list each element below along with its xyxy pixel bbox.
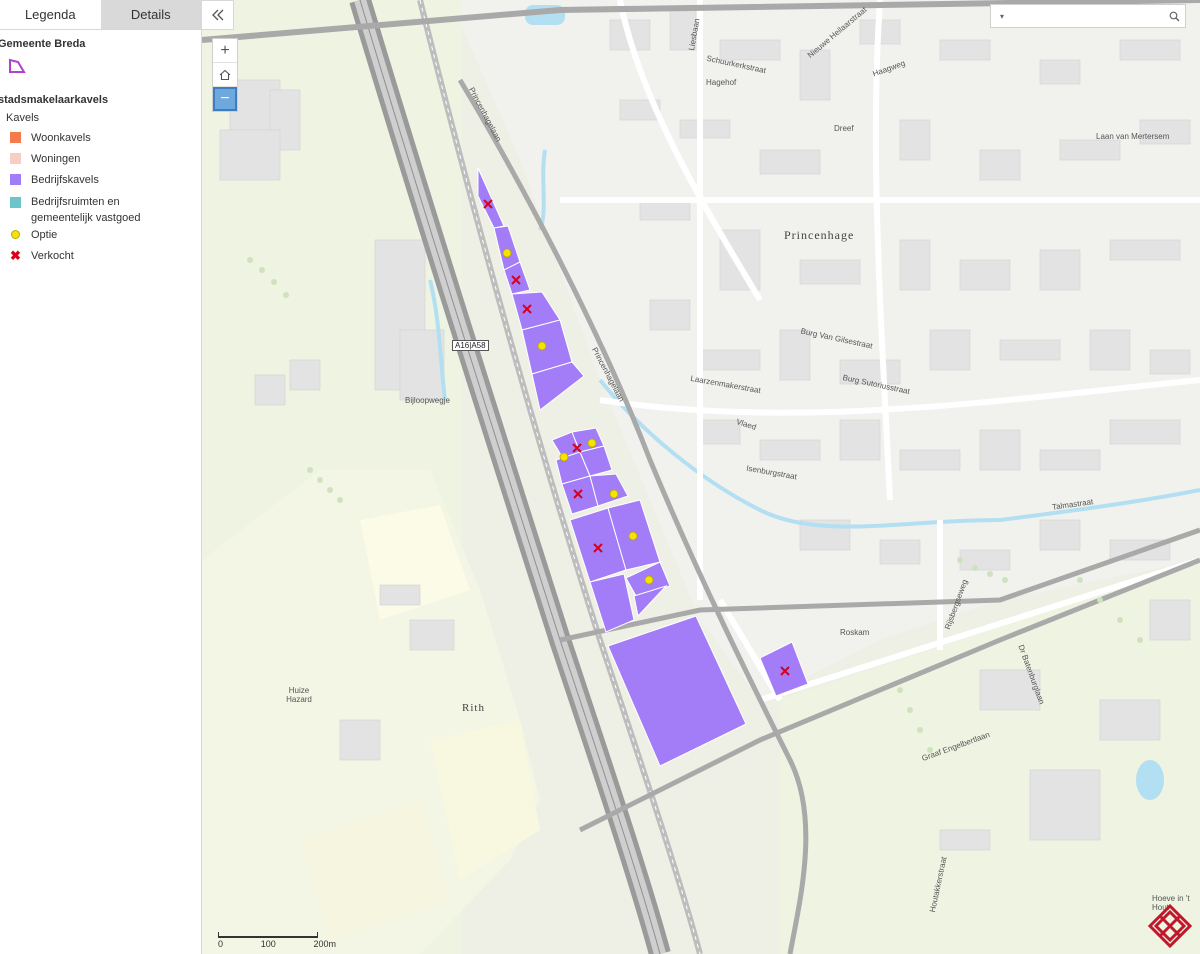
search-icon [1169,11,1179,21]
search-button[interactable] [1163,11,1185,22]
optie-marker [644,575,654,585]
sidebar-panel: Legenda Details Gemeente Breda stadsmake… [0,0,202,954]
breda-logo-icon [1148,904,1192,948]
collapse-sidebar-button[interactable] [202,0,234,30]
legend-item-optie: Optie [0,224,201,245]
legend-layer-title: Gemeente Breda [0,38,86,50]
place-label-princenhage: Princenhage [784,228,855,242]
place-label-rith: Rith [462,702,485,714]
woningen-swatch [10,153,21,164]
kavel [477,167,505,229]
double-chevron-left-icon [211,9,223,21]
boundary-swatch [0,50,201,90]
verkocht-cross-icon: ✖ [10,248,21,263]
legend-item-bedrijfskavels: Bedrijfskavels [0,169,201,190]
street-label: Hagehof [706,78,737,87]
search-box: ▾ [990,4,1186,28]
highway-shield: A16|A58 [452,340,489,351]
legend-item-label: Bedrijfsruimten en gemeentelijk vastgoed [31,196,141,224]
home-icon [219,69,231,80]
scale-label: 0 [218,939,224,949]
scale-bar: 0 100 200m [218,932,336,949]
boundary-polygon-icon [9,58,26,73]
legend-item-label: Woonkavels [31,131,91,144]
scale-label: 100 [260,939,276,949]
optie-dot-icon [11,230,20,239]
bedrijfsruimten-swatch [10,197,21,208]
optie-marker [609,489,619,499]
tab-legend[interactable]: Legenda [0,0,101,29]
legend-layer-title: stadsmakelaarkavels [0,94,109,106]
zoom-controls: + − [212,38,238,112]
street-label: Dreef [834,124,854,133]
legend-item-verkocht: ✖ Verkocht [0,245,201,266]
legend-item-woonkavels: Woonkavels [0,127,201,148]
place-label-huize-hazard: Huize Hazard [286,686,312,704]
zoom-out-button[interactable]: − [213,87,237,111]
search-input[interactable] [1013,5,1163,27]
optie-marker [559,452,569,462]
tab-details[interactable]: Details [100,0,201,29]
sidebar-tabs: Legenda Details [0,0,201,30]
woonkavels-swatch [10,132,21,143]
legend-item-label: Woningen [31,152,81,165]
search-source-dropdown[interactable]: ▾ [991,12,1013,21]
street-label: Bijloopwegje [405,396,450,405]
legend-item-woningen: Woningen [0,148,201,169]
map-app: A16|A58 Princenhage Rith Huize Hazard Ho… [0,0,1200,954]
scale-bar-labels: 0 100 200m [218,939,336,949]
scale-label: 200m [313,939,336,949]
optie-marker [587,438,597,448]
bedrijfskavels-swatch [10,174,21,185]
legend-item-label: Optie [31,228,58,241]
street-label: Laan van Mertersem [1096,132,1170,141]
legend-group-title: Kavels [6,112,40,124]
legend-panel: Gemeente Breda stadsmakelaarkavels Kavel… [0,30,201,266]
legend-item-label: Bedrijfskavels [31,173,99,186]
scale-bar-lines [218,932,318,938]
street-label: Roskam [840,628,870,637]
legend-item-bedrijfsruimten: Bedrijfsruimten en gemeentelijk vastgoed [0,190,201,224]
zoom-in-button[interactable]: + [213,39,237,63]
home-button[interactable] [213,63,237,87]
legend-item-label: Verkocht [31,249,74,262]
optie-marker [628,531,638,541]
optie-marker [537,341,547,351]
optie-marker [502,248,512,258]
